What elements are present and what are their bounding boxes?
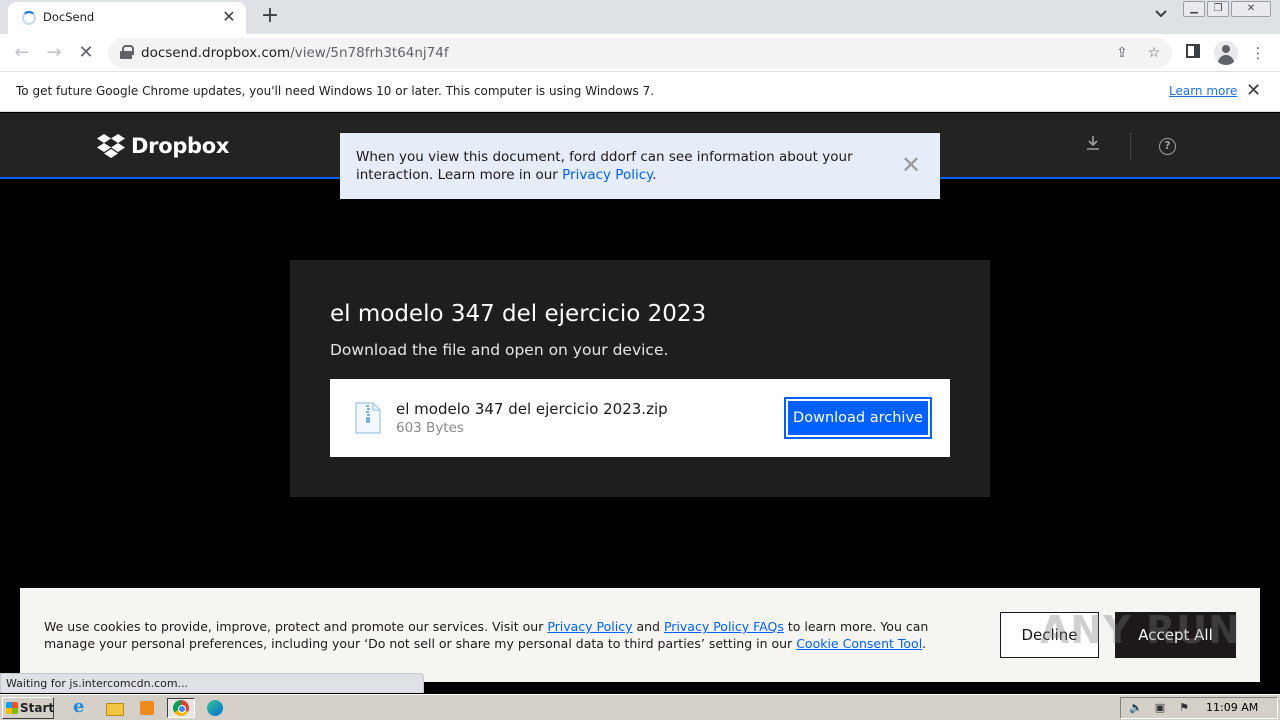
lock-icon[interactable] <box>120 45 134 59</box>
learn-more-link[interactable]: Learn more <box>1169 84 1237 98</box>
bookmark-star-icon[interactable]: ☆ <box>1144 43 1164 63</box>
tab-title: DocSend <box>43 10 95 24</box>
side-panel-icon[interactable] <box>1182 42 1204 64</box>
file-size: 603 Bytes <box>396 420 464 436</box>
action-center-flag-icon[interactable]: ⚑ <box>1177 701 1191 715</box>
header-divider <box>1130 133 1131 159</box>
tab-close-button[interactable]: ✕ <box>220 8 238 26</box>
cookie-text-2: and <box>632 619 664 634</box>
restore-button[interactable]: ❐ <box>1207 1 1229 17</box>
window-close-button[interactable]: ✕ <box>1231 1 1271 17</box>
taskbar-clock[interactable]: 11:09 AM <box>1206 701 1258 714</box>
back-arrow-icon[interactable]: ← <box>10 41 34 65</box>
window-controls: ▁ ❐ ✕ <box>1183 1 1271 17</box>
cookie-text-4: . <box>922 636 927 651</box>
anyrun-watermark: ANY RUN <box>1040 608 1241 652</box>
infobar-close-button[interactable]: ✕ <box>1246 81 1261 101</box>
dropbox-logo[interactable]: Dropbox <box>97 134 229 158</box>
system-tray: 🔈 ▣ ⚑ 11:09 AM <box>1120 697 1278 719</box>
cookie-privacy-faq-link[interactable]: Privacy Policy FAQs <box>664 619 784 634</box>
zip-file-icon <box>355 402 381 434</box>
dropbox-glyph-icon <box>97 134 125 158</box>
browser-status-bubble: Waiting for js.intercomcdn.com... <box>0 673 424 693</box>
loading-spinner-icon <box>22 11 36 25</box>
notice-end: . <box>652 166 657 183</box>
notice-text: When you view this document, ford ddorf … <box>356 149 876 184</box>
notice-close-button[interactable]: ✕ <box>901 153 921 177</box>
privacy-notice: When you view this document, ford ddorf … <box>340 133 940 199</box>
help-icon[interactable]: ? <box>1159 138 1176 155</box>
url-host: docsend.dropbox.com <box>141 45 291 61</box>
cookie-text-1: We use cookies to provide, improve, prot… <box>44 619 548 634</box>
browser-tab-strip: DocSend ✕ + ▁ ❐ ✕ <box>0 0 1280 34</box>
address-bar[interactable]: docsend.dropbox.com/view/5n78frh3t64nj74… <box>108 38 1172 68</box>
chrome-taskbar-icon[interactable] <box>167 698 195 718</box>
tab-docsend[interactable]: DocSend ✕ <box>8 2 246 34</box>
document-title: el modelo 347 del ejercicio 2023 <box>330 301 707 327</box>
new-tab-button[interactable]: + <box>258 5 282 29</box>
infobar-message: To get future Google Chrome updates, you… <box>16 84 655 98</box>
menu-kebab-icon[interactable]: ⋮ <box>1247 42 1269 64</box>
download-archive-button[interactable]: Download archive <box>784 397 932 439</box>
status-text: Waiting for js.intercomcdn.com... <box>6 677 189 690</box>
volume-icon[interactable]: 🔈 <box>1129 701 1143 715</box>
update-infobar: To get future Google Chrome updates, you… <box>0 72 1280 112</box>
document-subtitle: Download the file and open on your devic… <box>330 341 669 359</box>
windows-taskbar: Start 🔈 ▣ ⚑ 11:09 AM <box>0 694 1280 720</box>
minimize-button[interactable]: ▁ <box>1183 1 1205 17</box>
edge-icon[interactable] <box>204 698 226 718</box>
network-icon[interactable]: ▣ <box>1153 701 1167 715</box>
file-explorer-icon[interactable] <box>103 698 125 718</box>
tab-search-chevron-icon[interactable] <box>1151 7 1171 27</box>
url-text[interactable]: docsend.dropbox.com/view/5n78frh3t64nj74… <box>141 45 449 61</box>
cookie-privacy-policy-link[interactable]: Privacy Policy <box>547 619 632 634</box>
share-icon[interactable]: ⇪ <box>1112 43 1132 63</box>
forward-arrow-icon[interactable]: → <box>42 41 66 65</box>
cookie-consent-tool-link[interactable]: Cookie Consent Tool <box>796 636 922 651</box>
cookie-text: We use cookies to provide, improve, prot… <box>44 618 954 652</box>
profile-avatar-icon[interactable] <box>1214 41 1238 65</box>
internet-explorer-icon[interactable] <box>69 696 91 718</box>
start-button[interactable]: Start <box>2 697 54 719</box>
file-row: el modelo 347 del ejercicio 2023.zip 603… <box>330 379 950 457</box>
browser-toolbar: ← → ✕ docsend.dropbox.com/view/5n78frh3t… <box>0 34 1280 72</box>
stop-loading-icon[interactable]: ✕ <box>74 41 98 65</box>
url-path: /view/5n78frh3t64nj74f <box>290 45 449 61</box>
file-name: el modelo 347 del ejercicio 2023.zip <box>396 400 668 418</box>
dropbox-wordmark: Dropbox <box>131 134 230 158</box>
download-icon[interactable] <box>1082 135 1104 157</box>
media-player-icon[interactable] <box>136 698 158 718</box>
notice-privacy-policy-link[interactable]: Privacy Policy <box>562 167 652 183</box>
download-card: el modelo 347 del ejercicio 2023 Downloa… <box>290 260 990 497</box>
